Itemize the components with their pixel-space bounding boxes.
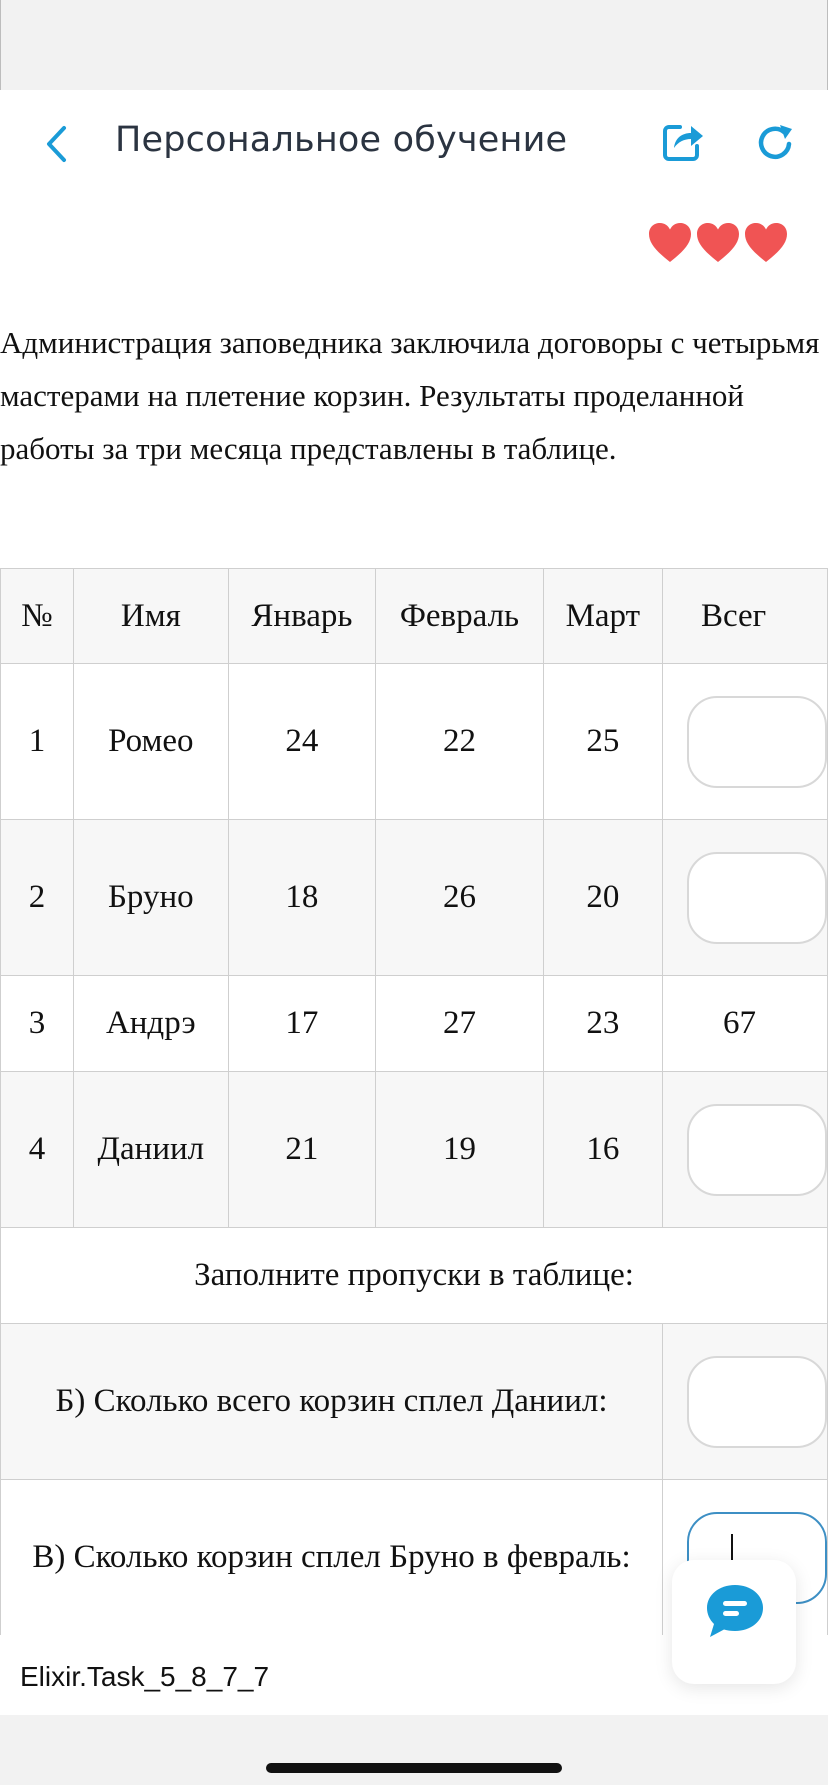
answer-cell [661, 1323, 828, 1480]
cell-february: 22 [375, 663, 544, 820]
cell-name: Бруно [73, 819, 229, 976]
share-button[interactable] [660, 118, 706, 164]
top-spacer [0, 0, 828, 90]
cell-january: 24 [227, 663, 377, 820]
heart-icon [649, 223, 691, 262]
table-row: 1 Ромео 24 22 25 [0, 663, 828, 820]
cell-total: 67 [661, 975, 828, 1072]
question-row: Б) Сколько всего корзин сплел Даниил: [0, 1323, 828, 1480]
cell-total [661, 663, 828, 820]
header-cell-march: Март [542, 568, 663, 664]
app-header: Персональное обучение [0, 90, 828, 200]
cell-january: 18 [227, 819, 377, 976]
chevron-left-icon [47, 126, 66, 162]
cell-february: 26 [375, 819, 544, 976]
left-edge-line [0, 0, 1, 90]
cell-name: Ромео [73, 663, 229, 820]
lives-indicator [648, 222, 818, 268]
question-b-text: Б) Сколько всего корзин сплел Даниил: [0, 1323, 663, 1480]
cell-num: 1 [0, 663, 75, 820]
instruction-row: Заполните пропуски в таблице: [0, 1227, 828, 1324]
refresh-icon [758, 125, 792, 159]
cell-february: 19 [375, 1071, 544, 1228]
cell-january: 21 [227, 1071, 377, 1228]
cell-name: Андрэ [73, 975, 229, 1072]
heart-icon [697, 223, 739, 262]
header-cell-total: Всег [661, 568, 828, 664]
total-input-daniil[interactable] [686, 1103, 827, 1196]
cell-name: Даниил [73, 1071, 229, 1228]
header-cell-february: Февраль [375, 568, 544, 664]
cell-total [661, 819, 828, 976]
home-indicator[interactable] [266, 1763, 562, 1773]
cell-february: 27 [375, 975, 544, 1072]
cell-march: 20 [542, 819, 663, 976]
share-icon [663, 125, 703, 161]
question-c-text: В) Сколько корзин сплел Бруно в февраль: [0, 1479, 663, 1636]
header-cell-name: Имя [73, 568, 229, 664]
cell-num: 2 [0, 819, 75, 976]
back-button[interactable] [40, 122, 74, 166]
total-input-romeo[interactable] [686, 695, 827, 788]
question-text: Администрация заповедника заключила дого… [0, 325, 820, 466]
page-title: Персональное обучение [115, 120, 568, 160]
system-home-area [0, 1715, 828, 1785]
cell-march: 25 [542, 663, 663, 820]
cell-march: 16 [542, 1071, 663, 1228]
table-row: 3 Андрэ 17 27 23 67 [0, 975, 828, 1072]
table-row: 2 Бруно 18 26 20 [0, 819, 828, 976]
task-id-label: Elixir.Task_5_8_7_7 [20, 1661, 270, 1692]
chat-bubble-icon [707, 1585, 763, 1637]
chat-button[interactable] [672, 1560, 796, 1684]
total-input-bruno[interactable] [686, 851, 827, 944]
cell-num: 3 [0, 975, 75, 1072]
refresh-button[interactable] [753, 120, 797, 164]
header-cell-january: Январь [227, 568, 377, 664]
header-cell-num: № [0, 568, 75, 664]
cell-january: 17 [227, 975, 377, 1072]
heart-icon [745, 223, 787, 262]
cell-total [661, 1071, 828, 1228]
table-header-row: № Имя Январь Февраль Март Всег [0, 568, 828, 664]
task-table: № Имя Январь Февраль Март Всег 1 Ромео 2… [0, 568, 828, 1636]
table-row: 4 Даниил 21 19 16 [0, 1071, 828, 1228]
answer-input-b[interactable] [686, 1355, 827, 1448]
instruction-text: Заполните пропуски в таблице: [0, 1227, 828, 1324]
cell-num: 4 [0, 1071, 75, 1228]
cell-march: 23 [542, 975, 663, 1072]
